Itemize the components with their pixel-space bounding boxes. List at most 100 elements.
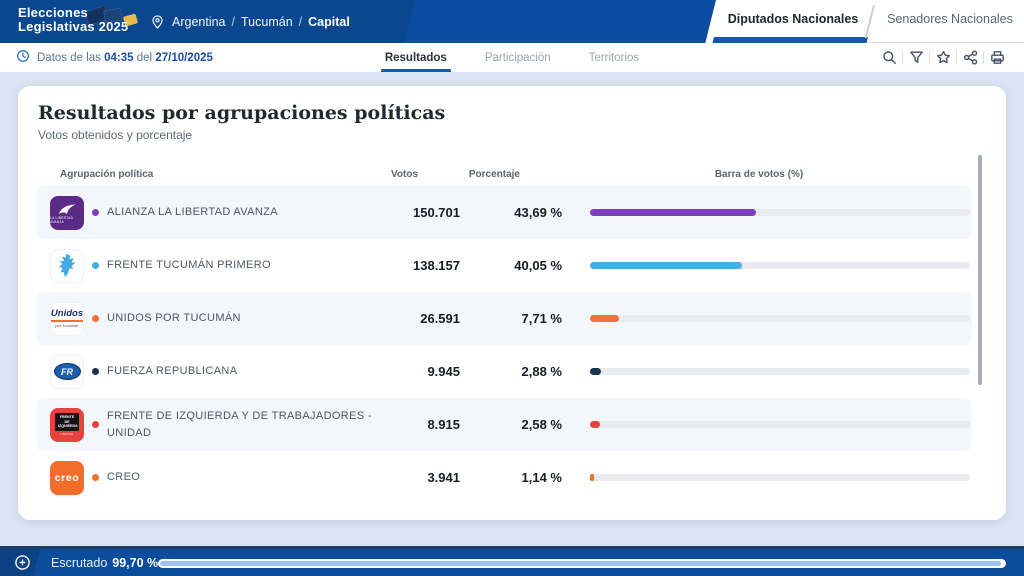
breadcrumb: Argentina / Tucumán / Capital [150, 0, 350, 43]
table-row[interactable]: creo CREO 3.941 1,14 % [36, 451, 972, 504]
tab-hairline [868, 42, 1024, 43]
timestamp-time: 04:35 [104, 52, 133, 64]
breadcrumb-separator: / [299, 15, 302, 29]
vote-bar-fill [590, 315, 619, 322]
vote-bar-fill [590, 262, 742, 269]
vote-bar-fill [590, 421, 600, 428]
party-logo: Unidospor Tucumán [50, 302, 84, 336]
party-percentage: 43,69 % [460, 205, 562, 220]
timestamp-prefix: Datos de las [37, 52, 101, 64]
search-button[interactable] [876, 48, 902, 68]
filter-button[interactable] [903, 48, 929, 68]
party-color-dot [92, 262, 99, 269]
party-logo [50, 249, 84, 283]
province-map-icon [54, 251, 81, 280]
column-votos: Votos [362, 169, 418, 180]
table-header: Agrupación política Votos Porcentaje Bar… [36, 165, 972, 183]
vote-bar-track [590, 262, 970, 269]
vote-bar-fill [590, 474, 594, 481]
party-name: CREO [107, 469, 140, 486]
vote-bar-fill [590, 368, 601, 375]
tab-resultados[interactable]: Resultados [385, 43, 447, 72]
tab-senadores-nacionales[interactable]: Senadores Nacionales [880, 0, 1020, 37]
favorite-button[interactable] [930, 48, 956, 68]
tab-participacion[interactable]: Participación [485, 43, 551, 72]
election-results-app: Elecciones Legislativas 2025 Argentina /… [0, 0, 1024, 576]
party-color-dot [92, 209, 99, 216]
logo-line2: Legislativas 2025 [18, 20, 128, 34]
top-bar: Elecciones Legislativas 2025 Argentina /… [0, 0, 1024, 43]
party-name: UNIDOS POR TUCUMÁN [107, 310, 241, 327]
location-pin-icon [150, 14, 165, 30]
card-title: Resultados por agrupaciones políticas [38, 102, 445, 124]
escrutado-value: 99,70 % [112, 556, 158, 570]
tab-territorios[interactable]: Territorios [589, 43, 639, 72]
expand-button[interactable] [14, 554, 31, 571]
share-icon [963, 50, 978, 65]
breadcrumb-separator: / [232, 15, 235, 29]
data-timestamp: Datos de las 04:35 del 27/10/2025 [16, 43, 213, 72]
vote-bar-fill [590, 209, 756, 216]
table-row[interactable]: FRENTE TUCUMÁN PRIMERO 138.157 40,05 % [36, 239, 972, 292]
tab-diputados-nacionales[interactable]: Diputados Nacionales [718, 0, 868, 37]
party-color-dot [92, 421, 99, 428]
table-row[interactable]: FR FUERZA REPUBLICANA 9.945 2,88 % [36, 345, 972, 398]
print-button[interactable] [984, 48, 1010, 68]
party-percentage: 1,14 % [460, 470, 562, 485]
clock-icon [16, 49, 30, 66]
party-votes: 9.945 [412, 364, 460, 379]
footer-bar: Escrutado 99,70 % [0, 546, 1024, 576]
party-logo: LA LIBERTAD AVANZA [50, 196, 84, 230]
vote-bar-track [590, 368, 970, 375]
scrollbar[interactable] [978, 155, 982, 385]
party-name: ALIANZA LA LIBERTAD AVANZA [107, 204, 278, 221]
party-color-dot [92, 368, 99, 375]
party-color-dot [92, 315, 99, 322]
active-tab-underline [713, 37, 868, 43]
breadcrumb-section[interactable]: Capital [308, 15, 350, 29]
escrutado-label: Escrutado 99,70 % [51, 549, 158, 576]
sub-header: Datos de las 04:35 del 27/10/2025 Result… [0, 43, 1024, 72]
vote-bar-track [590, 315, 970, 322]
party-votes: 3.941 [412, 470, 460, 485]
column-agrupacion: Agrupación política [50, 169, 362, 180]
bird-icon [55, 201, 79, 216]
column-porcentaje: Porcentaje [418, 169, 520, 180]
card-subtitle: Votos obtenidos y porcentaje [38, 128, 192, 142]
party-votes: 150.701 [412, 205, 460, 220]
table-row[interactable]: Unidospor Tucumán UNIDOS POR TUCUMÁN 26.… [36, 292, 972, 345]
action-icons [876, 43, 1010, 72]
breadcrumb-country[interactable]: Argentina [172, 15, 226, 29]
party-logo: creo [50, 461, 84, 495]
party-name: FRENTE DE IZQUIERDA Y DE TRABAJADORES - … [107, 408, 379, 441]
table-row[interactable]: FRENTE DE IZQUIERDAUNIDAD FRENTE DE IZQU… [36, 398, 972, 451]
party-color-dot [92, 474, 99, 481]
results-card: Resultados por agrupaciones políticas Vo… [18, 86, 1006, 520]
table-row[interactable]: LA LIBERTAD AVANZA ALIANZA LA LIBERTAD A… [36, 186, 972, 239]
search-icon [882, 50, 897, 65]
escrutado-progress-track [158, 559, 1006, 568]
party-logo: FR [50, 355, 84, 389]
party-votes: 8.915 [412, 417, 460, 432]
party-percentage: 40,05 % [460, 258, 562, 273]
logo-line1: Elecciones [18, 6, 128, 20]
share-button[interactable] [957, 48, 983, 68]
escrutado-progress-fill [160, 561, 1001, 566]
plus-circle-icon [14, 554, 31, 571]
timestamp-date: 27/10/2025 [155, 52, 213, 64]
vote-bar-track [590, 421, 970, 428]
party-votes: 138.157 [412, 258, 460, 273]
party-name: FUERZA REPUBLICANA [107, 363, 237, 380]
party-percentage: 2,58 % [460, 417, 562, 432]
party-name: FRENTE TUCUMÁN PRIMERO [107, 257, 271, 274]
column-barra: Barra de votos (%) [548, 169, 970, 180]
party-percentage: 7,71 % [460, 311, 562, 326]
escrutado-text: Escrutado [51, 556, 107, 570]
breadcrumb-province[interactable]: Tucumán [241, 15, 293, 29]
vote-bar-track [590, 209, 970, 216]
party-percentage: 2,88 % [460, 364, 562, 379]
vote-bar-track [590, 474, 970, 481]
print-icon [990, 50, 1005, 65]
party-logo: FRENTE DE IZQUIERDAUNIDAD [50, 408, 84, 442]
timestamp-mid: del [137, 52, 152, 64]
